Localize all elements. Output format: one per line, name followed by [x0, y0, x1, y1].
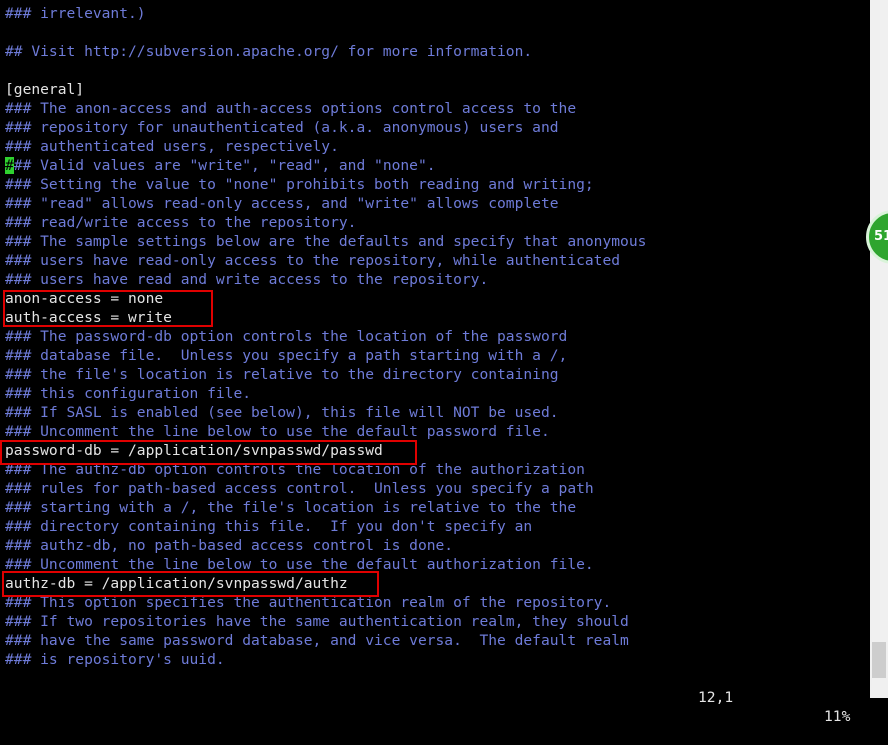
editor-line: ### The authz-db option controls the loc…	[5, 461, 585, 478]
editor-line: ### rules for path-based access control.…	[5, 480, 594, 497]
editor-line: ### Uncomment the line below to use the …	[5, 423, 550, 440]
editor-line: ### The anon-access and auth-access opti…	[5, 100, 577, 117]
editor-line: ### Uncomment the line below to use the …	[5, 556, 594, 573]
editor-line: ### authenticated users, respectively.	[5, 138, 339, 155]
editor-line: ## Visit http://subversion.apache.org/ f…	[5, 43, 533, 60]
editor-line: [general]	[5, 81, 85, 98]
text-cursor: #	[5, 157, 14, 174]
editor-line: anon-access = none	[5, 290, 164, 307]
editor-line: ### irrelevant.)	[5, 5, 146, 22]
editor-line: ### the file's location is relative to t…	[5, 366, 559, 383]
editor-line: ### have the same password database, and…	[5, 632, 629, 649]
editor-line: auth-access = write	[5, 309, 172, 326]
editor-text-area[interactable]: ### irrelevant.) ## Visit http://subversi…	[5, 4, 646, 669]
editor-line-text: ## Valid values are "write", "read", and…	[13, 157, 436, 174]
editor-line: ### is repository's uuid.	[5, 651, 225, 668]
editor-line: authz-db = /application/svnpasswd/authz	[5, 575, 348, 592]
editor-line: ### This option specifies the authentica…	[5, 594, 612, 611]
editor-line: ### read/write access to the repository.	[5, 214, 357, 231]
editor-line: ### The sample settings below are the de…	[5, 233, 647, 250]
editor-line: ### The password-db option controls the …	[5, 328, 568, 345]
terminal-window[interactable]: ### irrelevant.) ## Visit http://subversi…	[0, 0, 870, 725]
scroll-percentage: 11%	[824, 708, 851, 725]
editor-line: ### starting with a /, the file's locati…	[5, 499, 577, 516]
editor-line: ### authz-db, no path-based access contr…	[5, 537, 454, 554]
scrollbar-thumb[interactable]	[872, 642, 886, 678]
editor-line: password-db = /application/svnpasswd/pas…	[5, 442, 383, 459]
editor-line: ### this configuration file.	[5, 385, 252, 402]
editor-line: ### Valid values are "write", "read", an…	[5, 156, 646, 175]
vertical-scrollbar[interactable]	[870, 0, 888, 698]
editor-line: ### "read" allows read-only access, and …	[5, 195, 559, 212]
editor-line: ### If two repositories have the same au…	[5, 613, 629, 630]
editor-line: ### users have read-only access to the r…	[5, 252, 621, 269]
editor-line: ### repository for unauthenticated (a.k.…	[5, 119, 559, 136]
editor-line: ### directory containing this file. If y…	[5, 518, 533, 535]
editor-line: ### If SASL is enabled (see below), this…	[5, 404, 559, 421]
editor-line: ### database file. Unless you specify a …	[5, 347, 568, 364]
editor-line: ### Setting the value to "none" prohibit…	[5, 176, 594, 193]
editor-line: ### users have read and write access to …	[5, 271, 489, 288]
vim-status-line: 12,1 11%	[0, 669, 870, 725]
